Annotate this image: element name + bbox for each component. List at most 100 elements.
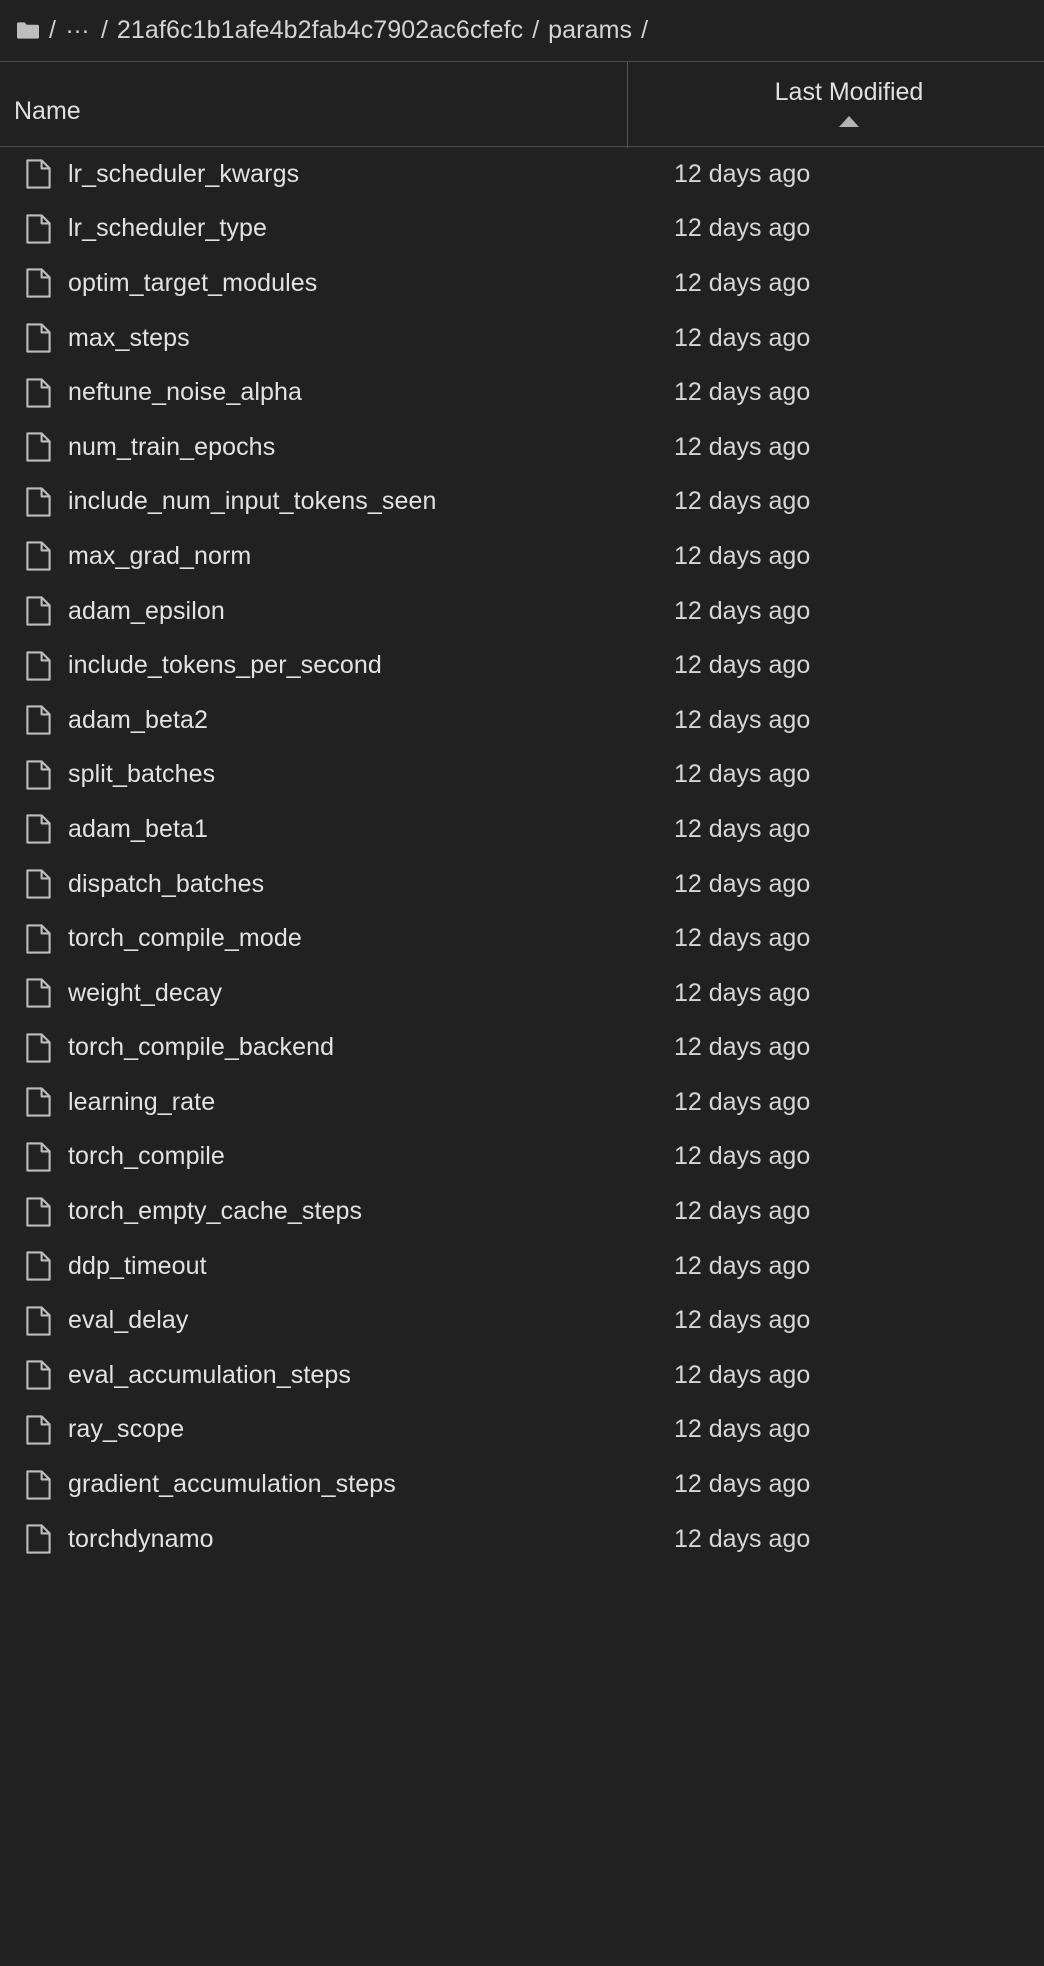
file-name: eval_delay [68,1306,189,1335]
table-row[interactable]: eval_accumulation_steps 12 days ago [0,1348,1044,1403]
file-name: eval_accumulation_steps [68,1360,352,1389]
breadcrumb-separator-3: / [641,16,649,44]
file-last-modified: 12 days ago [674,487,811,516]
table-row[interactable]: torch_compile_mode 12 days ago [0,911,1044,966]
file-name: include_tokens_per_second [68,651,382,680]
table-row[interactable]: include_tokens_per_second 12 days ago [0,638,1044,693]
table-row[interactable]: learning_rate 12 days ago [0,1075,1044,1130]
file-last-modified: 12 days ago [674,814,811,843]
file-last-modified: 12 days ago [674,159,811,188]
file-last-modified: 12 days ago [674,1197,811,1226]
table-row[interactable]: num_train_epochs 12 days ago [0,420,1044,475]
file-name: weight_decay [68,978,223,1007]
file-name: ray_scope [68,1415,185,1444]
file-last-modified: 12 days ago [674,924,811,953]
table-row[interactable]: ddp_timeout 12 days ago [0,1239,1044,1294]
breadcrumb-separator-2: / [532,16,540,44]
file-last-modified: 12 days ago [674,1360,811,1389]
file-icon [26,214,51,244]
file-icon [26,650,51,681]
table-row[interactable]: gradient_accumulation_steps 12 days ago [0,1457,1044,1512]
file-icon [26,268,51,299]
file-name: optim_target_modules [68,268,318,297]
table-row[interactable]: max_steps 12 days ago [0,311,1044,366]
file-last-modified: 12 days ago [674,596,811,625]
sort-ascending-icon [839,116,859,127]
file-last-modified: 12 days ago [674,541,811,570]
file-icon [26,814,51,845]
file-name: split_batches [68,760,216,789]
file-name: adam_beta1 [68,814,209,843]
table-row[interactable]: adam_beta1 12 days ago [0,802,1044,857]
file-icon [26,541,51,572]
file-icon [26,1306,51,1336]
file-name: learning_rate [68,1087,216,1116]
table-row[interactable]: ray_scope 12 days ago [0,1403,1044,1458]
file-icon [26,1087,51,1118]
file-name: torch_compile_backend [68,1033,335,1062]
file-name: max_steps [68,323,190,352]
breadcrumb-separator-1: / [100,16,108,44]
file-icon [26,1196,51,1227]
table-row[interactable]: torch_compile 12 days ago [0,1130,1044,1185]
file-icon [26,978,51,1008]
breadcrumb: / … / 21af6c1b1afe4b2fab4c7902ac6cfefc /… [0,0,1044,61]
table-row[interactable]: adam_epsilon 12 days ago [0,584,1044,639]
table-row[interactable]: torch_empty_cache_steps 12 days ago [0,1184,1044,1239]
file-icon [26,323,51,353]
file-name: dispatch_batches [68,869,265,898]
folder-icon[interactable] [16,19,39,42]
file-icon [26,432,51,462]
file-last-modified: 12 days ago [674,268,811,297]
table-row[interactable]: lr_scheduler_kwargs 12 days ago [0,147,1044,202]
file-last-modified: 12 days ago [674,1251,811,1280]
file-icon [26,1360,51,1391]
file-name: adam_beta2 [68,705,209,734]
file-icon [26,1415,51,1445]
file-last-modified: 12 days ago [674,1470,811,1499]
file-icon [26,378,51,408]
file-last-modified: 12 days ago [674,432,811,461]
file-last-modified: 12 days ago [674,705,811,734]
table-row[interactable]: neftune_noise_alpha 12 days ago [0,365,1044,420]
file-name: max_grad_norm [68,541,252,570]
file-last-modified: 12 days ago [674,1306,811,1335]
column-header-name-label: Name [14,97,81,125]
table-row[interactable]: weight_decay 12 days ago [0,966,1044,1021]
file-icon [26,923,51,954]
file-name: torch_compile_mode [68,924,302,953]
breadcrumb-item-run-hash[interactable]: 21af6c1b1afe4b2fab4c7902ac6cfefc [117,18,523,43]
file-last-modified: 12 days ago [674,1142,811,1171]
table-row[interactable]: eval_delay 12 days ago [0,1293,1044,1348]
file-name: torchdynamo [68,1524,214,1553]
table-row[interactable]: lr_scheduler_type 12 days ago [0,202,1044,257]
column-header-name[interactable]: Name [0,62,627,146]
file-icon [26,596,51,626]
file-last-modified: 12 days ago [674,1087,811,1116]
file-last-modified: 12 days ago [674,1033,811,1062]
file-icon [26,760,51,790]
table-row[interactable]: torch_compile_backend 12 days ago [0,1021,1044,1076]
table-row[interactable]: torchdynamo 12 days ago [0,1512,1044,1567]
breadcrumb-item-params[interactable]: params [548,18,632,43]
breadcrumb-ellipsis[interactable]: … [65,11,92,42]
file-name: adam_epsilon [68,596,225,625]
column-header-last-modified[interactable]: Last Modified [627,62,1044,146]
file-name: num_train_epochs [68,432,276,461]
file-last-modified: 12 days ago [674,978,811,1007]
table-row[interactable]: optim_target_modules 12 days ago [0,256,1044,311]
file-icon [26,1524,51,1554]
file-name: gradient_accumulation_steps [68,1470,396,1499]
file-list: lr_scheduler_kwargs 12 days ago lr_sched… [0,147,1044,1567]
table-row[interactable]: include_num_input_tokens_seen 12 days ag… [0,475,1044,530]
table-row[interactable]: max_grad_norm 12 days ago [0,529,1044,584]
file-icon [26,1251,51,1281]
table-row[interactable]: dispatch_batches 12 days ago [0,857,1044,912]
file-icon [26,869,51,899]
file-icon [26,705,51,735]
table-row[interactable]: split_batches 12 days ago [0,748,1044,803]
table-row[interactable]: adam_beta2 12 days ago [0,693,1044,748]
file-icon [26,159,51,189]
file-last-modified: 12 days ago [674,323,811,352]
file-last-modified: 12 days ago [674,214,811,243]
